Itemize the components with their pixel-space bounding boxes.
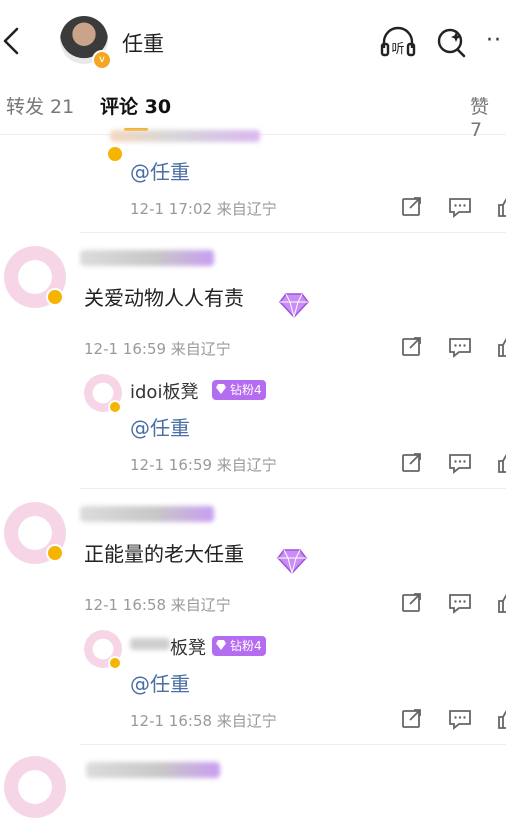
reply-meta: 12-1 17:02 来自辽宁 [130,200,277,218]
comment-icon[interactable] [448,452,472,474]
commenter-name-blurred[interactable] [80,250,214,266]
verified-icon [46,288,64,306]
comment-icon[interactable] [448,336,472,358]
verified-icon [106,145,124,163]
back-icon[interactable] [0,26,22,56]
divider [80,232,506,233]
comment-icon[interactable] [448,592,472,614]
reply-meta: 12-1 16:58 来自辽宁 [130,712,277,730]
like-icon[interactable] [496,336,506,358]
verified-icon [108,656,122,670]
share-icon[interactable] [400,708,424,730]
comment-meta: 12-1 16:59 来自辽宁 [84,340,231,358]
like-icon[interactable] [496,196,506,218]
listen-label: 听 [391,42,404,57]
tab-comments[interactable]: 评论 30 [100,92,171,119]
search-sparkle-icon[interactable] [436,26,468,58]
diamond-icon [277,549,307,575]
fan-badge: 钻粉4 [212,380,266,400]
share-icon[interactable] [400,452,424,474]
comment-text: 关爱动物人人有责 [84,286,244,310]
like-icon[interactable] [496,592,506,614]
top-bar: v 任重 听 ·· [0,0,506,76]
reply-username-partial[interactable]: 板凳 [170,634,206,660]
headphones-icon[interactable]: 听 [380,26,416,58]
like-icon[interactable] [496,452,506,474]
share-icon[interactable] [400,196,424,218]
share-icon[interactable] [400,592,424,614]
comment-icon[interactable] [448,708,472,730]
tab-repost[interactable]: 转发 21 [6,92,74,119]
user-name[interactable]: 任重 [122,28,164,58]
comment-text: 正能量的老大任重 [84,542,244,566]
verified-icon [108,400,122,414]
tab-bar: 转发 21 评论 30 赞 7 [0,76,506,141]
tab-likes[interactable]: 赞 7 [470,92,506,141]
reply-username-blurred [110,130,260,142]
divider [80,488,506,489]
reply-username[interactable]: idoi板凳 [130,378,198,404]
reply-username-blurred [130,638,170,650]
diamond-icon [279,293,309,319]
verified-icon: v [92,50,112,70]
share-icon[interactable] [400,336,424,358]
reply-mention[interactable]: @任重 [130,156,190,185]
reply-mention[interactable]: @任重 [130,412,190,441]
comment-icon[interactable] [448,196,472,218]
fan-badge: 钻粉4 [212,636,266,656]
divider [80,744,506,745]
comment-meta: 12-1 16:58 来自辽宁 [84,596,231,614]
reply-mention[interactable]: @任重 [130,668,190,697]
like-icon[interactable] [496,708,506,730]
commenter-name-blurred[interactable] [86,762,220,778]
verified-icon [46,544,64,562]
commenter-avatar[interactable] [4,756,66,818]
commenter-name-blurred[interactable] [80,506,214,522]
more-icon[interactable]: ·· [486,28,502,53]
reply-meta: 12-1 16:59 来自辽宁 [130,456,277,474]
